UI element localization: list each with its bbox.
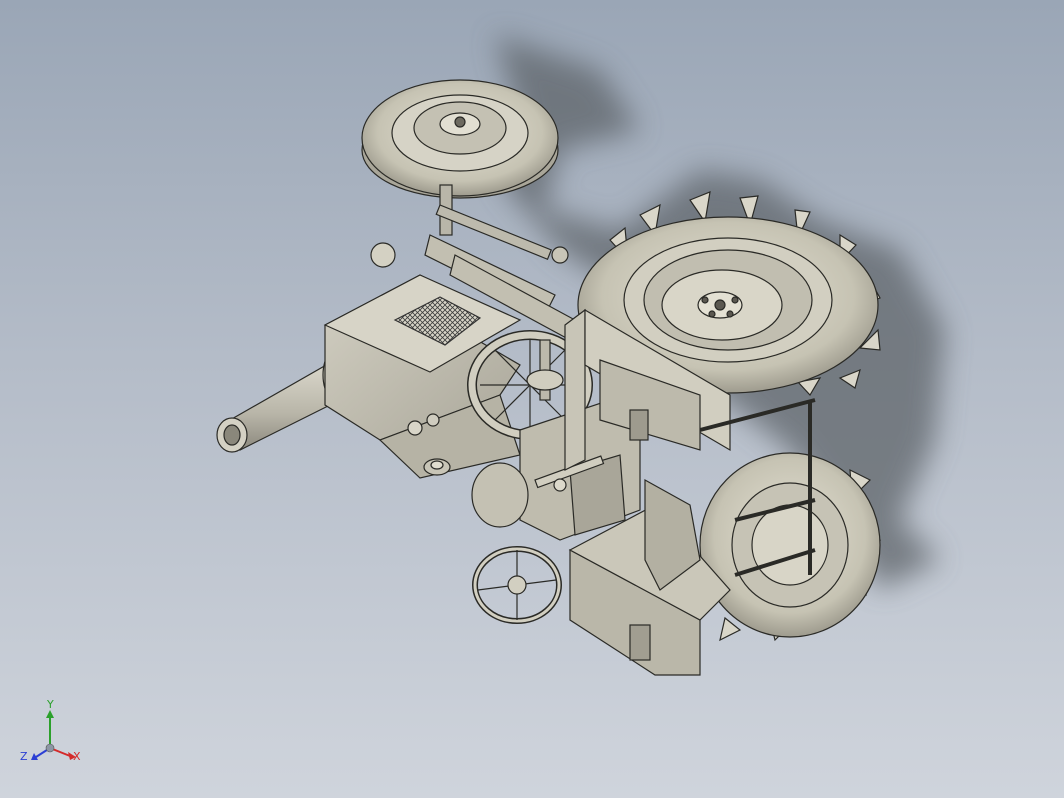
graphics-viewport[interactable]: Y X Z <box>0 0 1064 798</box>
tractor-model-icon[interactable] <box>0 0 1064 798</box>
y-axis-label: Y <box>46 700 54 711</box>
rear-tire-lower <box>699 452 881 642</box>
front-knob <box>423 458 451 476</box>
engine-block <box>323 274 522 479</box>
y-axis-arrow <box>46 710 54 718</box>
z-axis-label: Z <box>20 750 28 763</box>
steering-wheel <box>472 546 562 624</box>
x-axis-label: X <box>73 750 81 763</box>
orientation-triad-icon[interactable]: Y X Z <box>18 700 88 770</box>
triad-origin <box>45 743 55 753</box>
spare-wheel <box>361 79 559 261</box>
